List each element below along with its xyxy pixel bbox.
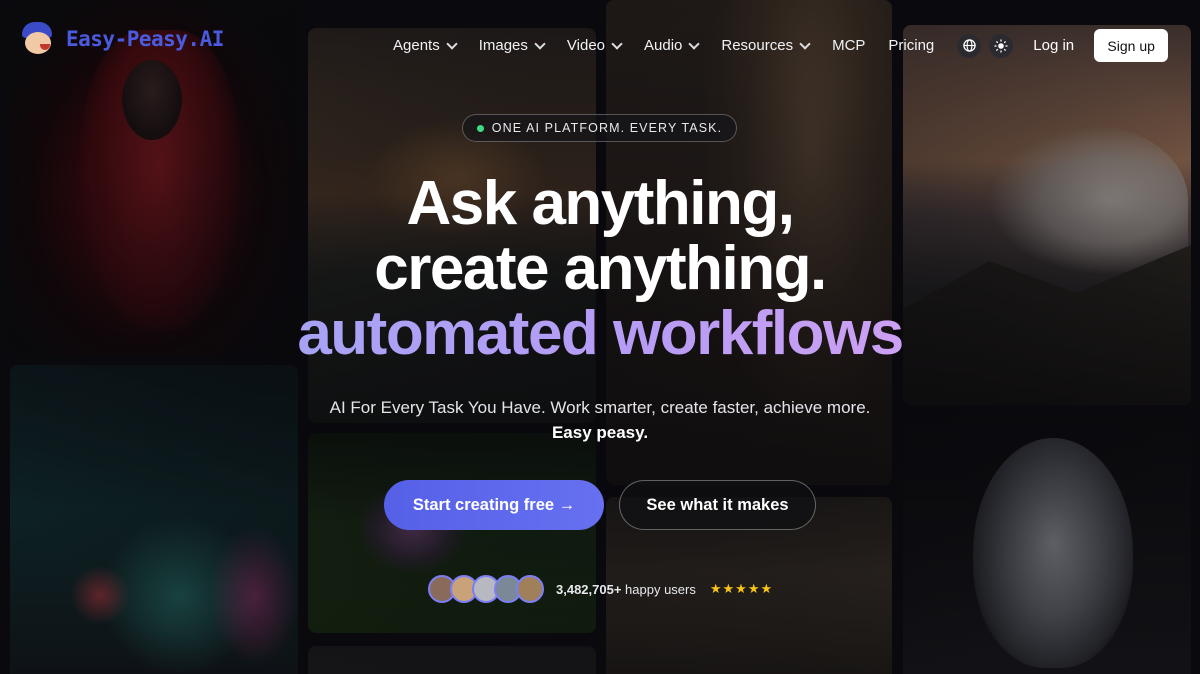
gallery-image-orchid bbox=[308, 433, 596, 633]
gallery-image-android-head bbox=[903, 418, 1191, 674]
login-link[interactable]: Log in bbox=[1033, 37, 1074, 54]
badge-label: ONE AI PLATFORM. EVERY TASK. bbox=[491, 121, 723, 135]
status-dot-icon bbox=[476, 124, 484, 132]
hero-subtitle: AI For Every Task You Have. Work smarter… bbox=[329, 398, 871, 417]
user-count-number: 3,482,705+ bbox=[556, 581, 622, 597]
hero-subtitle-bold: Easy peasy. bbox=[551, 423, 649, 442]
chevron-down-icon bbox=[799, 37, 811, 50]
nav-item-label: Audio bbox=[644, 37, 683, 54]
nav-item-audio[interactable]: Audio bbox=[644, 37, 701, 54]
user-count: 3,482,705+ happy users bbox=[556, 582, 696, 597]
chevron-down-icon bbox=[446, 37, 458, 50]
rating-stars: ★★★★★ bbox=[709, 581, 774, 596]
mascot-icon bbox=[20, 22, 58, 56]
globe-icon[interactable] bbox=[957, 33, 982, 58]
signup-button[interactable]: Sign up bbox=[1094, 29, 1169, 62]
brand-name: Easy-Peasy.AI bbox=[66, 27, 224, 51]
nav-item-mcp[interactable]: MCP bbox=[832, 37, 865, 54]
nav-item-agents[interactable]: Agents bbox=[393, 37, 458, 54]
nav-item-label: Images bbox=[478, 37, 528, 54]
top-navigation: Easy-Peasy.AI Agents Images Video Audio … bbox=[0, 0, 1200, 78]
main-menu: Agents Images Video Audio Resources MCP … bbox=[393, 29, 1169, 62]
avatar bbox=[516, 575, 544, 603]
nav-item-video[interactable]: Video bbox=[566, 37, 623, 54]
gallery-image-partial bbox=[308, 646, 596, 674]
user-avatars bbox=[428, 575, 544, 603]
start-creating-button[interactable]: Start creating free → bbox=[384, 480, 604, 530]
brand-logo[interactable]: Easy-Peasy.AI bbox=[20, 22, 224, 56]
nav-item-label: Resources bbox=[721, 37, 794, 54]
hero-heading-line-3: automated workflows bbox=[0, 298, 1200, 369]
nav-item-images[interactable]: Images bbox=[478, 37, 546, 54]
nav-item-resources[interactable]: Resources bbox=[721, 37, 811, 54]
nav-item-label: Agents bbox=[393, 37, 440, 54]
chevron-down-icon bbox=[534, 37, 546, 50]
nav-item-pricing[interactable]: Pricing bbox=[888, 37, 934, 54]
sun-icon[interactable] bbox=[989, 33, 1014, 58]
hero-heading-line-2: create anything. bbox=[374, 234, 827, 303]
hero-heading-line-1: Ask anything, bbox=[406, 169, 795, 238]
user-count-suffix: happy users bbox=[621, 581, 696, 597]
social-proof: 3,482,705+ happy users ★★★★★ bbox=[428, 575, 773, 603]
chevron-down-icon bbox=[688, 37, 701, 50]
nav-item-label: Pricing bbox=[888, 37, 935, 54]
chevron-down-icon bbox=[611, 37, 623, 50]
tagline-badge: ONE AI PLATFORM. EVERY TASK. bbox=[462, 114, 737, 142]
see-what-it-makes-button[interactable]: See what it makes bbox=[619, 480, 816, 530]
nav-item-label: Video bbox=[566, 37, 605, 54]
nav-item-label: MCP bbox=[832, 37, 866, 54]
